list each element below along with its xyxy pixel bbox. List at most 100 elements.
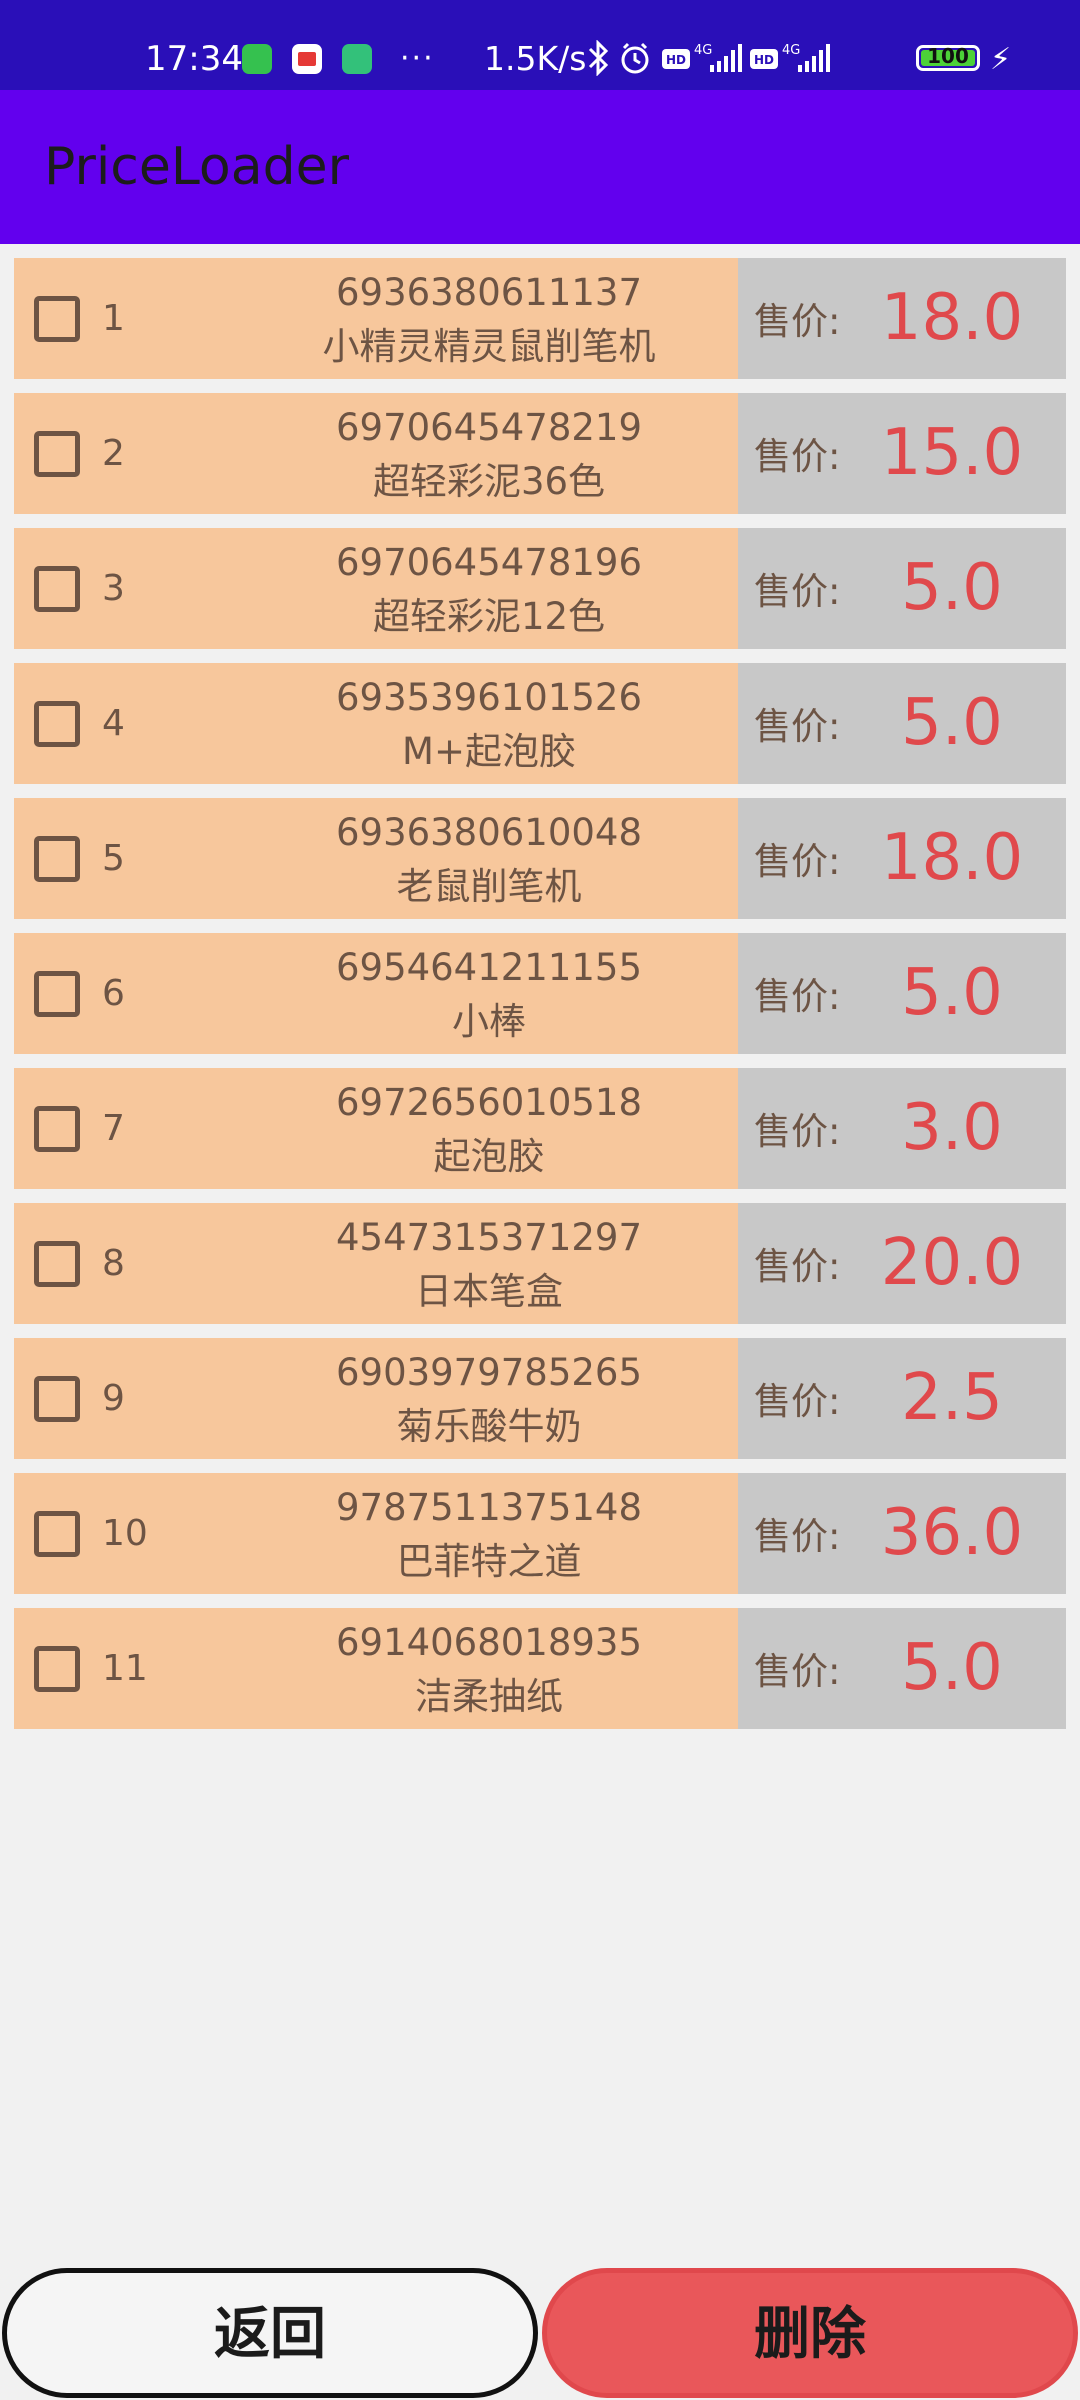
item-details: 6903979785265 菊乐酸牛奶 (174, 1346, 804, 1454)
item-details: 6970645478219 超轻彩泥36色 (174, 401, 804, 509)
item-name: 日本笔盒 (415, 1270, 563, 1313)
more-notifications-icon: ··· (400, 41, 435, 76)
item-price-panel: 售价: 20.0 (738, 1203, 1066, 1324)
item-price: 36.0 (880, 1496, 1024, 1570)
svg-text:HD: HD (666, 53, 686, 67)
item-index: 10 (102, 1513, 148, 1554)
item-details: 6935396101526 M+起泡胶 (174, 671, 804, 779)
item-details: 6972656010518 起泡胶 (174, 1076, 804, 1184)
list-item[interactable]: 6 6954641211155 小棒 售价: 5.0 (14, 933, 1066, 1054)
list-item[interactable]: 7 6972656010518 起泡胶 售价: 3.0 (14, 1068, 1066, 1189)
signal-icon-1: 4G (694, 43, 742, 72)
item-details: 6914068018935 洁柔抽纸 (174, 1616, 804, 1724)
price-label: 售价: (754, 300, 841, 343)
item-price: 5.0 (901, 686, 1003, 760)
item-checkbox[interactable] (34, 431, 80, 477)
back-button[interactable]: 返回 (2, 2268, 538, 2398)
item-name: 超轻彩泥12色 (372, 595, 606, 638)
item-info-panel: 1 6936380611137 小精灵精灵鼠削笔机 (14, 258, 738, 379)
item-barcode: 6972656010518 (335, 1081, 643, 1124)
delete-button[interactable]: 删除 (542, 2268, 1078, 2398)
item-info-panel: 3 6970645478196 超轻彩泥12色 (14, 528, 738, 649)
item-price: 18.0 (880, 821, 1024, 895)
list-item[interactable]: 10 9787511375148 巴菲特之道 售价: 36.0 (14, 1473, 1066, 1594)
item-index: 11 (102, 1648, 148, 1689)
item-price: 20.0 (880, 1226, 1024, 1300)
item-checkbox[interactable] (34, 1646, 80, 1692)
item-name: 小精灵精灵鼠削笔机 (322, 325, 656, 368)
list-item[interactable]: 8 4547315371297 日本笔盒 售价: 20.0 (14, 1203, 1066, 1324)
list-item[interactable]: 1 6936380611137 小精灵精灵鼠削笔机 售价: 18.0 (14, 258, 1066, 379)
list-item[interactable]: 5 6936380610048 老鼠削笔机 售价: 18.0 (14, 798, 1066, 919)
charging-icon: ⚡ (990, 42, 1012, 77)
list-item[interactable]: 2 6970645478219 超轻彩泥36色 售价: 15.0 (14, 393, 1066, 514)
list-item[interactable]: 9 6903979785265 菊乐酸牛奶 售价: 2.5 (14, 1338, 1066, 1459)
item-price-panel: 售价: 15.0 (738, 393, 1066, 514)
item-index: 5 (102, 838, 125, 879)
price-label: 售价: (754, 570, 841, 613)
item-price-panel: 售价: 18.0 (738, 258, 1066, 379)
item-checkbox[interactable] (34, 701, 80, 747)
price-label: 售价: (754, 975, 841, 1018)
price-label: 售价: (754, 1515, 841, 1558)
item-checkbox[interactable] (34, 1241, 80, 1287)
item-details: 6936380610048 老鼠削笔机 (174, 806, 804, 914)
item-price: 15.0 (880, 416, 1024, 490)
item-index: 4 (102, 703, 125, 744)
item-checkbox[interactable] (34, 1106, 80, 1152)
app-bar: PriceLoader (0, 90, 1080, 244)
network-speed: 1.5K/s (484, 39, 587, 78)
item-name: 小棒 (452, 1000, 526, 1043)
item-barcode: 6914068018935 (335, 1621, 643, 1664)
item-barcode: 6954641211155 (335, 946, 643, 989)
item-barcode: 6970645478196 (335, 541, 643, 584)
status-time: 17:34 (145, 39, 243, 79)
price-list: 1 6936380611137 小精灵精灵鼠削笔机 售价: 18.0 2 697064547… (14, 258, 1066, 1743)
item-info-panel: 5 6936380610048 老鼠削笔机 (14, 798, 738, 919)
item-price: 18.0 (880, 281, 1024, 355)
hd-icon: HD (662, 49, 690, 69)
battery-icon: 100 (916, 44, 980, 71)
item-checkbox[interactable] (34, 1511, 80, 1557)
item-checkbox[interactable] (34, 566, 80, 612)
item-details: 9787511375148 巴菲特之道 (174, 1481, 804, 1589)
item-index: 9 (102, 1378, 125, 1419)
list-item[interactable]: 11 6914068018935 洁柔抽纸 售价: 5.0 (14, 1608, 1066, 1729)
item-checkbox[interactable] (34, 971, 80, 1017)
item-barcode: 6903979785265 (335, 1351, 643, 1394)
item-name: 起泡胶 (433, 1135, 545, 1178)
item-barcode: 9787511375148 (335, 1486, 643, 1529)
price-label: 售价: (754, 1245, 841, 1288)
item-name: 巴菲特之道 (396, 1540, 582, 1583)
app-title: PriceLoader (44, 137, 349, 197)
item-price-panel: 售价: 36.0 (738, 1473, 1066, 1594)
price-label: 售价: (754, 1380, 841, 1423)
item-info-panel: 11 6914068018935 洁柔抽纸 (14, 1608, 738, 1729)
item-price-panel: 售价: 3.0 (738, 1068, 1066, 1189)
item-index: 2 (102, 433, 125, 474)
item-details: 6954641211155 小棒 (174, 941, 804, 1049)
item-checkbox[interactable] (34, 296, 80, 342)
item-price: 5.0 (901, 1631, 1003, 1705)
svg-text:4G: 4G (694, 43, 712, 58)
item-barcode: 6970645478219 (335, 406, 643, 449)
item-price-panel: 售价: 5.0 (738, 933, 1066, 1054)
mail-app-icon (292, 44, 322, 74)
battery-level: 100 (927, 44, 969, 68)
status-bar: 17:34 ··· 1.5K/s HD 4G HD 4G 100 ⚡ (0, 0, 1080, 90)
price-label: 售价: (754, 1650, 841, 1693)
list-item[interactable]: 3 6970645478196 超轻彩泥12色 售价: 5.0 (14, 528, 1066, 649)
item-price-panel: 售价: 5.0 (738, 663, 1066, 784)
list-item[interactable]: 4 6935396101526 M+起泡胶 售价: 5.0 (14, 663, 1066, 784)
item-checkbox[interactable] (34, 836, 80, 882)
item-info-panel: 7 6972656010518 起泡胶 (14, 1068, 738, 1189)
alarm-icon (621, 42, 649, 74)
item-price-panel: 售价: 2.5 (738, 1338, 1066, 1459)
item-info-panel: 10 9787511375148 巴菲特之道 (14, 1473, 738, 1594)
item-checkbox[interactable] (34, 1376, 80, 1422)
item-index: 8 (102, 1243, 125, 1284)
android-app-icon (242, 44, 272, 74)
item-details: 6970645478196 超轻彩泥12色 (174, 536, 804, 644)
item-price: 3.0 (901, 1091, 1003, 1165)
item-index: 7 (102, 1108, 125, 1149)
